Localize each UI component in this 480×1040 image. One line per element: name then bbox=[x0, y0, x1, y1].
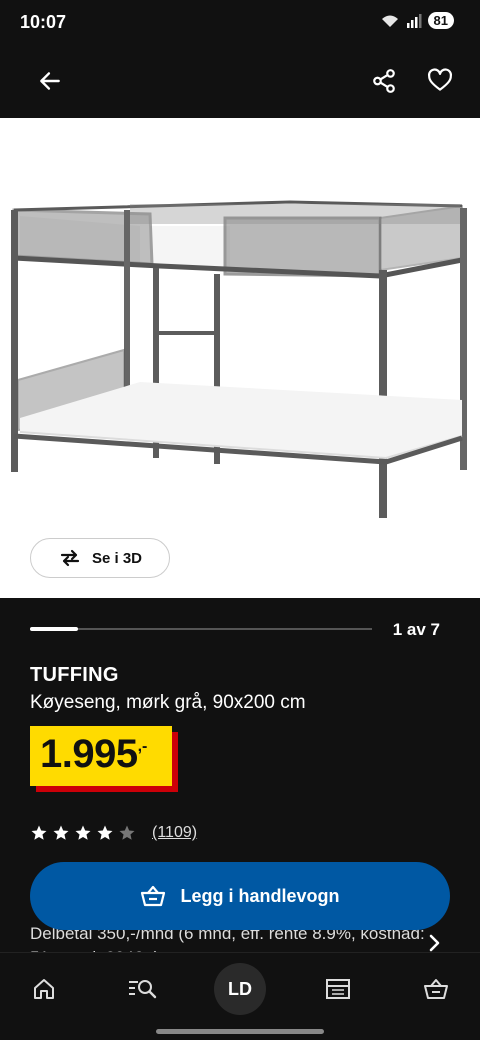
pager-count: 1 av 7 bbox=[392, 620, 440, 639]
signal-icon bbox=[406, 13, 422, 28]
price-suffix: ,- bbox=[137, 738, 148, 755]
star-icon bbox=[75, 825, 91, 840]
pager-track bbox=[30, 628, 372, 630]
heart-icon bbox=[428, 68, 452, 91]
app-bar bbox=[0, 44, 480, 118]
product-name: TUFFING bbox=[30, 664, 119, 686]
nav-home[interactable] bbox=[24, 971, 64, 1007]
home-icon bbox=[34, 979, 54, 999]
rating-row[interactable]: (1109) bbox=[30, 824, 197, 842]
product-description: Køyeseng, mørk grå, 90x200 cm bbox=[30, 692, 306, 713]
star-icon bbox=[119, 825, 135, 840]
nav-cart[interactable] bbox=[416, 971, 456, 1007]
cart-icon bbox=[424, 979, 448, 999]
back-button[interactable] bbox=[33, 64, 67, 98]
store-icon bbox=[326, 979, 350, 999]
add-to-cart-label: Legg i handlevogn bbox=[180, 885, 340, 906]
share-button[interactable] bbox=[367, 64, 401, 98]
status-bar: 10:07 81 bbox=[0, 0, 480, 44]
view-3d-button[interactable]: Se i 3D bbox=[30, 538, 170, 578]
cart-icon bbox=[141, 885, 166, 907]
home-indicator[interactable] bbox=[156, 1029, 324, 1034]
rotate-3d-icon bbox=[60, 549, 80, 567]
bottom-navigation: LD bbox=[0, 952, 480, 1040]
review-count-link[interactable]: (1109) bbox=[152, 824, 197, 842]
search-icon bbox=[129, 980, 157, 999]
price-box: 1.995 ,- bbox=[30, 726, 172, 786]
nav-search[interactable] bbox=[122, 971, 162, 1007]
price-value: 1.995 bbox=[40, 732, 138, 776]
wifi-icon bbox=[381, 15, 398, 27]
add-to-cart-button[interactable]: Legg i handlevogn bbox=[30, 862, 450, 930]
status-time: 10:07 bbox=[20, 12, 67, 32]
battery-indicator: 81 bbox=[427, 12, 454, 29]
pager-progress bbox=[30, 627, 78, 631]
favorite-button[interactable] bbox=[423, 64, 457, 98]
chevron-right-icon[interactable] bbox=[424, 932, 444, 954]
nav-stores[interactable] bbox=[318, 971, 358, 1007]
product-image-area[interactable]: Se i 3D bbox=[0, 118, 480, 598]
image-pager: 1 av 7 bbox=[30, 620, 450, 640]
nav-profile[interactable]: LD bbox=[214, 963, 266, 1015]
star-icon bbox=[53, 825, 69, 840]
star-icon bbox=[97, 825, 113, 840]
view-3d-label: Se i 3D bbox=[91, 549, 143, 567]
share-icon bbox=[373, 69, 395, 93]
bunk-bed-image bbox=[11, 200, 467, 518]
arrow-left-icon bbox=[40, 72, 60, 90]
star-icon bbox=[31, 825, 47, 840]
status-icons: 81 bbox=[380, 12, 454, 29]
